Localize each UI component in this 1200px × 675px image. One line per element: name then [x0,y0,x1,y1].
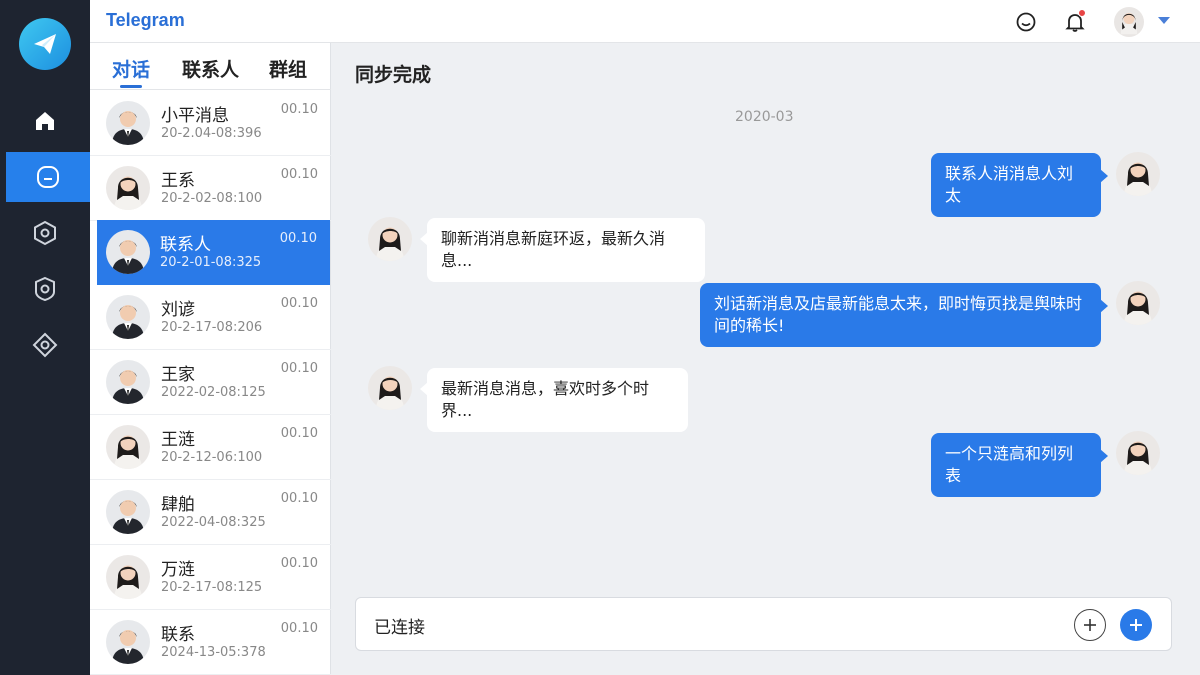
notification-bell-icon[interactable] [1062,9,1088,35]
add-attachment-icon[interactable] [1074,609,1106,641]
list-item[interactable]: 万涟 00.10 20-2-17-08:125 [90,545,331,610]
user-avatar[interactable] [1114,7,1144,37]
message-bubble-outgoing[interactable]: 刘话新消息及店最新能息太来，即时悔页找是舆味时间的稀长! [700,283,1108,347]
settings-icon[interactable] [0,320,90,370]
list-item[interactable]: 刘谚 00.10 20-2-17-08:206 [90,285,331,350]
chat-title: 同步完成 [355,64,432,86]
contact-avatar [106,490,150,534]
contact-name: 肆舶 [161,495,195,515]
date-separator: 2020-03 [735,109,794,125]
contact-name: 万涟 [161,560,195,580]
contact-time: 00.10 [280,296,318,311]
message-composer [355,597,1172,651]
active-tab-indicator [120,85,142,88]
add-button[interactable] [1120,609,1152,641]
home-icon[interactable] [0,96,90,146]
tab-chats[interactable]: 对话 [112,55,150,82]
list-item[interactable]: 王系 00.10 20-2-02-08:100 [90,156,331,221]
message-bubble-outgoing[interactable]: 联系人消消息人刘太 [931,153,1108,217]
contact-time: 00.10 [280,621,318,636]
contact-avatar [106,425,150,469]
contact-preview: 20-2.04-08:396 [161,126,262,141]
list-item-selected[interactable]: 联系人 00.10 20-2-01-08:325 [97,220,330,285]
contact-preview: 20-2-02-08:100 [161,191,263,206]
contact-avatar [106,101,150,145]
contact-time: 00.10 [280,361,318,376]
contact-name: 小平消息 [161,106,229,126]
nav-rail [0,0,90,675]
contact-preview: 2024-13-05:378 [161,645,266,660]
emoji-icon[interactable] [1013,9,1039,35]
top-bar: Telegram [90,0,1200,43]
contact-avatar [106,166,150,210]
list-item[interactable]: 肆舶 00.10 2022-04-08:325 [90,480,331,545]
contact-preview: 20-2-17-08:125 [161,580,263,595]
conversation-list-pane: 对话 联系人 群组 小平消息 00.10 20-2.04-08:396 王系 0… [90,43,331,675]
groups-icon[interactable] [0,264,90,314]
contact-name: 王家 [161,365,195,385]
contact-preview: 20-2-01-08:325 [160,255,262,270]
contact-avatar [106,555,150,599]
chevron-down-icon[interactable] [1158,17,1170,24]
contact-name: 王系 [161,171,195,191]
message-bubble-incoming[interactable]: 聊新消消息新庭环返，最新久消息... [420,218,705,282]
sender-avatar [368,217,412,261]
notification-badge [1078,9,1086,17]
list-item[interactable]: 王家 00.10 2022-02-08:125 [90,350,331,415]
app-title: Telegram [106,10,185,30]
sender-avatar [368,366,412,410]
contact-time: 00.10 [280,491,318,506]
message-bubble-outgoing[interactable]: 一个只涟高和列列表 [931,433,1108,497]
contact-preview: 20-2-17-08:206 [161,320,263,335]
contacts-icon[interactable] [0,208,90,258]
contact-avatar [106,295,150,339]
sender-avatar [1116,431,1160,475]
tab-bar: 对话 联系人 群组 [90,43,331,90]
contact-avatar [106,360,150,404]
message-input[interactable] [374,612,1054,638]
contact-time: 00.10 [280,167,318,182]
contact-preview: 2022-04-08:325 [161,515,266,530]
contact-name: 王涟 [161,430,195,450]
contact-time: 00.10 [280,102,318,117]
contact-name: 刘谚 [161,300,195,320]
contact-time: 00.10 [279,231,317,246]
telegram-logo-icon[interactable] [19,18,71,70]
message-bubble-incoming[interactable]: 最新消息消息，喜欢时多个时界... [420,368,688,432]
contact-time: 00.10 [280,556,318,571]
chat-pane: 同步完成 2020-03 联系人消消息人刘太 聊新消消息新庭环返，最新久消息..… [331,43,1200,675]
contact-name: 联系 [161,625,195,645]
sender-avatar [1116,281,1160,325]
chats-icon[interactable] [6,152,90,202]
contact-time: 00.10 [280,426,318,441]
contact-name: 联系人 [160,235,211,255]
tab-groups[interactable]: 群组 [269,55,307,82]
sender-avatar [1116,152,1160,196]
tab-contacts[interactable]: 联系人 [182,55,239,82]
list-item[interactable]: 联系 00.10 2024-13-05:378 [90,610,331,675]
contact-avatar [106,230,150,274]
contact-avatar [106,620,150,664]
list-item[interactable]: 小平消息 00.10 20-2.04-08:396 [90,91,331,156]
list-item[interactable]: 王涟 00.10 20-2-12-06:100 [90,415,331,480]
contact-preview: 20-2-12-06:100 [161,450,263,465]
contact-preview: 2022-02-08:125 [161,385,266,400]
